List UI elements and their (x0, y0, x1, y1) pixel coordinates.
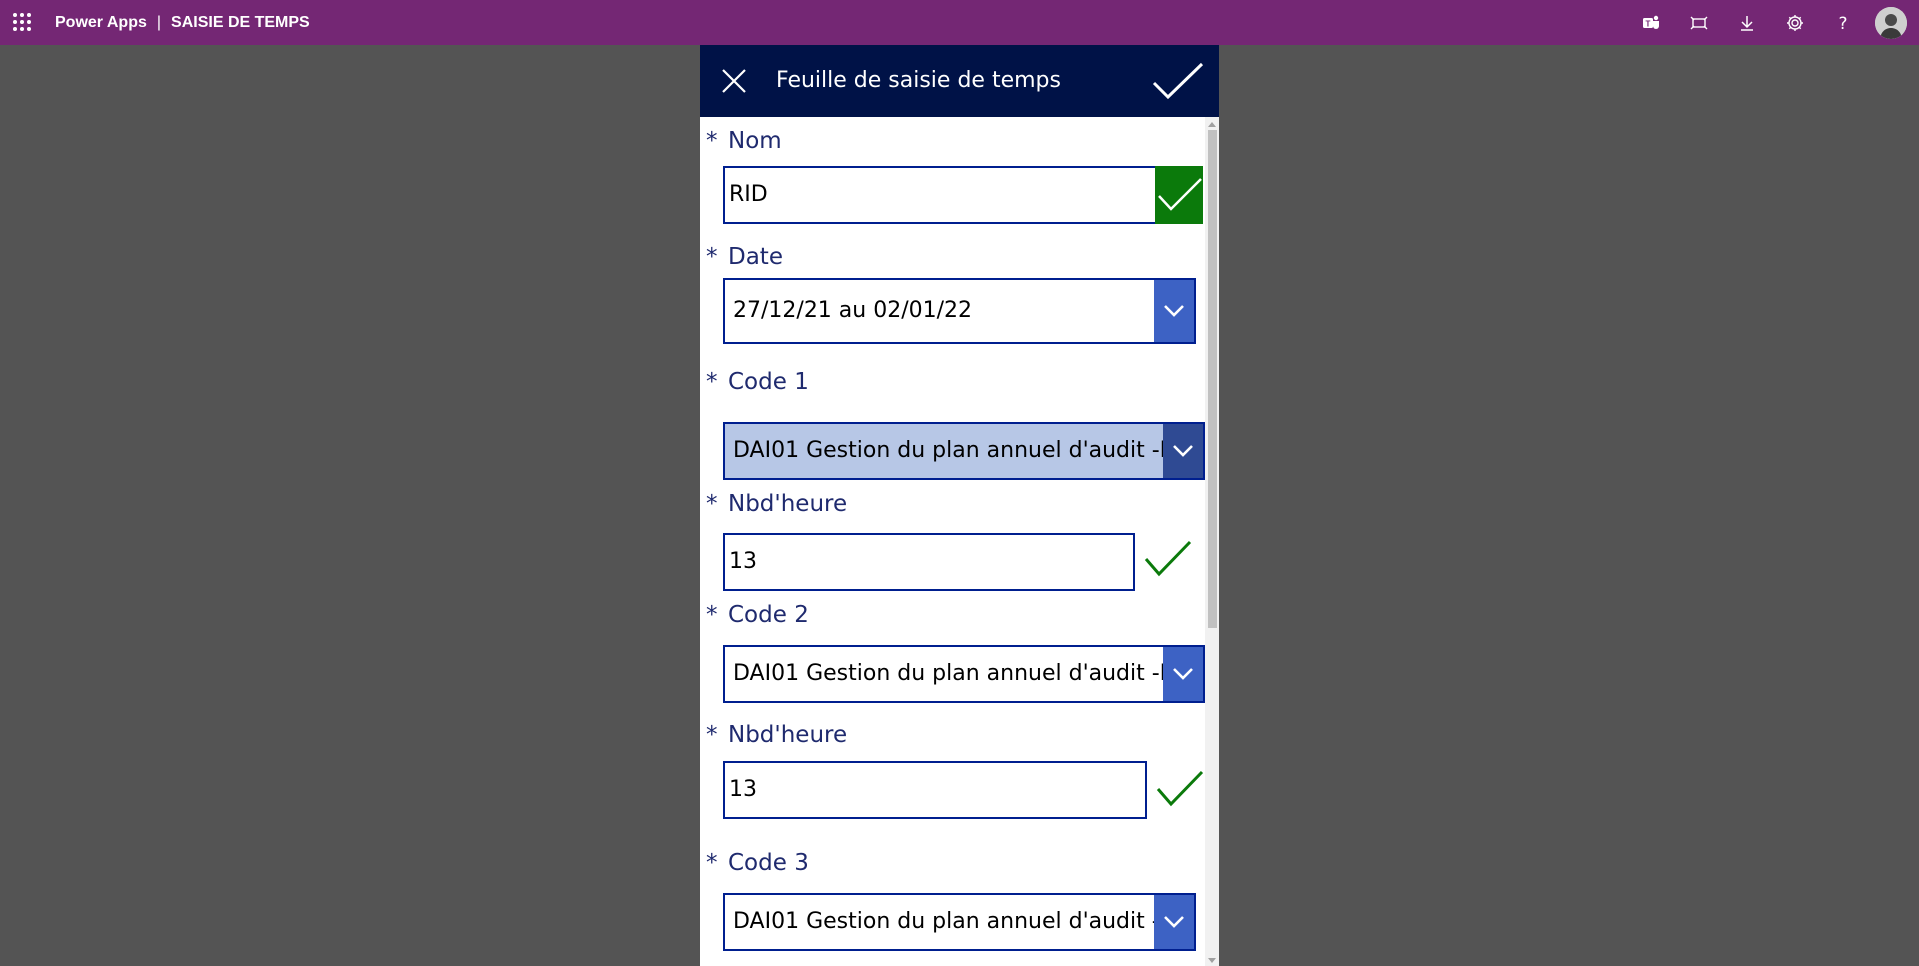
scroll-down-arrow-icon[interactable] (1208, 958, 1216, 963)
app-title: SAISIE DE TEMPS (171, 14, 310, 31)
chevron-down-icon[interactable] (1163, 424, 1203, 478)
heures1-label: * Nbd'heure (706, 491, 848, 517)
form-title: Feuille de saisie de temps (776, 68, 1061, 93)
title-separator: | (156, 14, 162, 31)
scrollbar-thumb[interactable] (1208, 130, 1217, 628)
chevron-down-icon[interactable] (1154, 895, 1194, 949)
heures2-valid-check-icon (1156, 770, 1204, 807)
app-launcher-waffle-icon[interactable] (13, 13, 31, 31)
date-label: * Date (706, 244, 783, 270)
code3-dropdown-value: DAI01 Gestion du plan annuel d'audit -D (733, 909, 1177, 934)
chevron-down-icon[interactable] (1154, 280, 1194, 342)
app-name: Power Apps (55, 14, 147, 31)
teams-icon[interactable]: T (1627, 0, 1675, 45)
close-icon[interactable] (720, 67, 748, 95)
required-marker: * (706, 722, 718, 748)
fit-screen-icon[interactable] (1675, 0, 1723, 45)
heures2-label: * Nbd'heure (706, 722, 848, 748)
date-dropdown[interactable]: 27/12/21 au 02/01/22 (723, 278, 1196, 344)
settings-gear-icon[interactable] (1771, 0, 1819, 45)
help-icon[interactable]: ? (1819, 0, 1867, 45)
vertical-scrollbar[interactable] (1205, 117, 1219, 966)
required-marker: * (706, 491, 718, 517)
nom-valid-check-icon (1155, 166, 1203, 224)
heures1-input[interactable]: 13 (723, 533, 1135, 591)
code2-dropdown-value: DAI01 Gestion du plan annuel d'audit -Di (733, 661, 1183, 686)
submit-check-icon[interactable] (1150, 61, 1206, 101)
heures1-valid-check-icon (1144, 540, 1192, 577)
scroll-up-arrow-icon[interactable] (1208, 122, 1216, 127)
code2-dropdown[interactable]: DAI01 Gestion du plan annuel d'audit -Di (723, 645, 1205, 703)
nom-label: * Nom (706, 128, 782, 154)
required-marker: * (706, 850, 718, 876)
chevron-down-icon[interactable] (1163, 647, 1203, 701)
required-marker: * (706, 369, 718, 395)
code2-label: * Code 2 (706, 602, 809, 628)
code1-label: * Code 1 (706, 369, 809, 395)
code3-dropdown[interactable]: DAI01 Gestion du plan annuel d'audit -D (723, 893, 1196, 951)
date-dropdown-value: 27/12/21 au 02/01/22 (733, 298, 973, 323)
form-header: Feuille de saisie de temps (700, 45, 1219, 117)
app-canvas: Feuille de saisie de temps * Nom RID * Dat… (700, 45, 1219, 966)
heures2-input[interactable]: 13 (723, 761, 1147, 819)
code3-label: * Code 3 (706, 850, 809, 876)
app-title-bar: Power Apps | SAISIE DE TEMPS (55, 0, 310, 45)
required-marker: * (706, 128, 718, 154)
code1-dropdown-value: DAI01 Gestion du plan annuel d'audit -Di (733, 438, 1183, 463)
svg-text:?: ? (1838, 14, 1847, 33)
code1-dropdown[interactable]: DAI01 Gestion du plan annuel d'audit -Di (723, 422, 1205, 480)
nom-input[interactable]: RID (723, 166, 1157, 224)
user-avatar[interactable] (1875, 6, 1907, 39)
required-marker: * (706, 602, 718, 628)
suite-bar: Power Apps | SAISIE DE TEMPS T ? (0, 0, 1919, 45)
download-icon[interactable] (1723, 0, 1771, 45)
svg-text:T: T (1646, 19, 1651, 28)
required-marker: * (706, 244, 718, 270)
suite-bar-actions: T ? (1627, 0, 1919, 45)
